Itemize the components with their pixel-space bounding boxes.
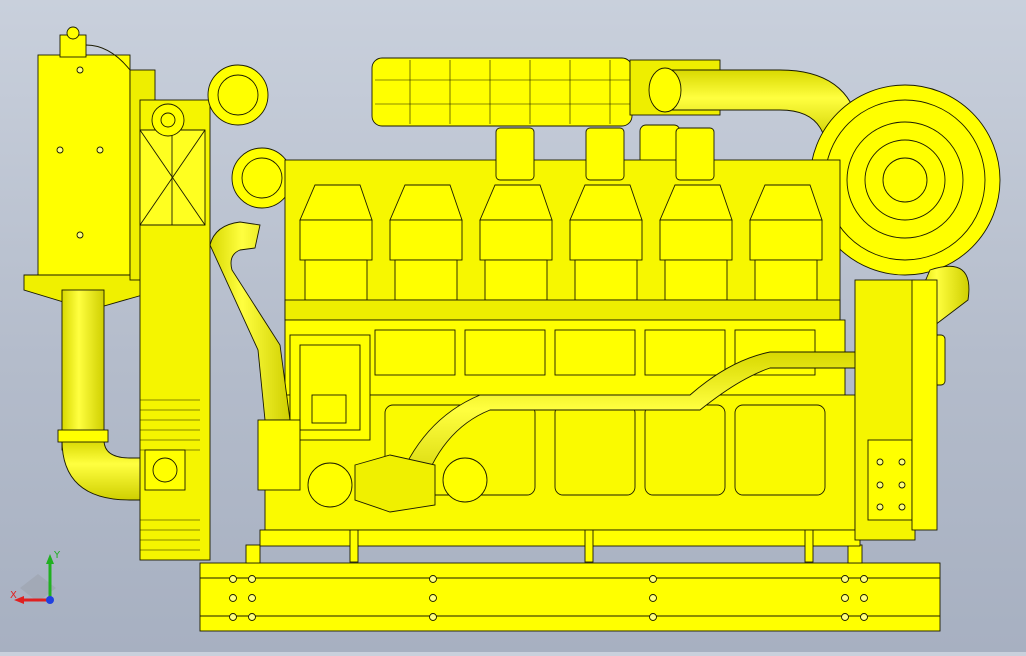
flywheel-housing: [854, 279, 938, 541]
y-axis-head: [46, 554, 54, 564]
z-axis-dot: [46, 596, 54, 604]
base-frame: [199, 544, 941, 632]
control-box: [289, 334, 371, 441]
graphics-viewport[interactable]: [0, 0, 1026, 652]
cylinder-head: [569, 127, 643, 301]
y-axis-label: Y: [53, 550, 61, 561]
engine-model-3d[interactable]: [0, 0, 1026, 652]
cylinder-head: [479, 127, 553, 301]
coordinate-triad-icon: Y X: [10, 550, 61, 604]
cylinder-head: [299, 184, 373, 301]
coolant-pipe-left: [57, 289, 151, 501]
cylinder-head: [749, 184, 823, 301]
cylinder-head: [389, 184, 463, 301]
cylinder-head-row: [284, 127, 841, 321]
x-axis-label: X: [10, 590, 17, 601]
